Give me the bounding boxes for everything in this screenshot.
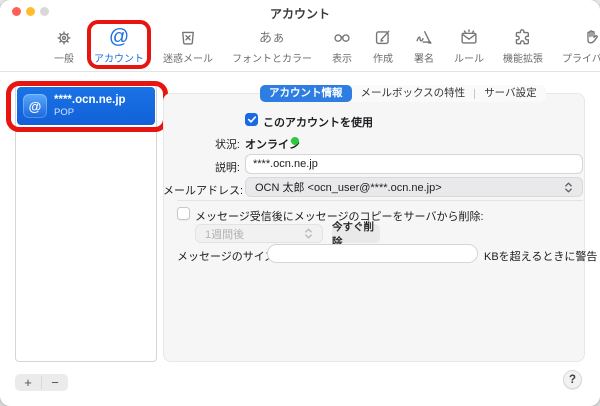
account-list-item[interactable]: @ ****.ocn.ne.jp POP	[17, 87, 155, 125]
size-warning-suffix: KBを超えるときに警告	[484, 248, 597, 264]
tab-server-settings[interactable]: サーバ設定	[475, 85, 545, 102]
toolbar-item-viewing[interactable]: 表示	[328, 23, 356, 66]
toolbar-item-general[interactable]: 一般	[50, 23, 78, 66]
tab-bar: アカウント情報 メールボックスの特性 サーバ設定	[260, 85, 546, 102]
toolbar-item-label: 迷惑メール	[163, 50, 213, 65]
toolbar-divider	[0, 71, 600, 72]
toolbar-item-junk[interactable]: 迷惑メール	[160, 23, 216, 66]
add-account-button[interactable]: +	[15, 374, 41, 391]
fonts-aa-icon: あぁ	[259, 24, 285, 49]
status-label: 状況:	[163, 136, 240, 152]
junk-bin-icon	[177, 24, 199, 49]
toolbar-item-extensions[interactable]: 機能拡張	[500, 23, 546, 66]
envelope-icon	[458, 24, 480, 49]
toolbar-item-composing[interactable]: 作成	[369, 23, 397, 66]
delete-after-value: 1週間後	[205, 226, 244, 242]
email-address-popup[interactable]: OCN 太郎 <ocn_user@****.ocn.ne.jp>	[245, 177, 583, 197]
toolbar-item-signatures[interactable]: 署名	[410, 23, 438, 66]
size-warning-input[interactable]	[267, 244, 478, 263]
online-status-dot	[291, 137, 299, 145]
description-label: 説明:	[163, 159, 240, 175]
section-divider	[177, 200, 583, 201]
popup-chevrons-icon	[564, 181, 573, 194]
toolbar-item-rules[interactable]: ルール	[451, 23, 487, 66]
email-popup-value: OCN 太郎 <ocn_user@****.ocn.ne.jp>	[255, 179, 442, 195]
signature-icon	[413, 24, 435, 49]
toolbar-item-label: アカウント	[94, 50, 144, 65]
tab-mailbox-behaviors[interactable]: メールボックスの特性	[352, 85, 475, 102]
compose-icon	[372, 24, 394, 49]
puzzle-icon	[512, 24, 534, 49]
toolbar-item-label: 一般	[54, 50, 74, 65]
delete-after-popup: 1週間後	[195, 224, 323, 243]
at-icon: @	[109, 24, 129, 49]
tab-account-info[interactable]: アカウント情報	[260, 85, 352, 102]
glasses-icon	[331, 24, 353, 49]
description-input[interactable]	[245, 154, 583, 174]
delete-now-button[interactable]: 今すぐ削除	[332, 224, 380, 243]
toolbar-item-label: 機能拡張	[503, 50, 543, 65]
toolbar-item-label: 署名	[414, 50, 434, 65]
toolbar-item-label: 表示	[332, 50, 352, 65]
toolbar-item-label: ルール	[454, 50, 484, 65]
account-at-icon: @	[23, 94, 47, 118]
toolbar-item-fonts-colors[interactable]: あぁ フォントとカラー	[229, 23, 315, 66]
help-button[interactable]: ?	[563, 370, 582, 389]
mail-preferences-window: アカウント 一般 @ アカウント 迷惑メール あぁ フォントとカラー	[0, 0, 600, 406]
preferences-toolbar: 一般 @ アカウント 迷惑メール あぁ フォントとカラー 表示	[50, 23, 600, 66]
toolbar-item-privacy[interactable]: プライバシー	[559, 23, 600, 66]
remove-account-button[interactable]: −	[42, 374, 68, 391]
hand-icon	[581, 24, 600, 49]
add-remove-control: + −	[15, 374, 68, 391]
use-account-label: このアカウントを使用	[263, 114, 373, 130]
toolbar-item-label: プライバシー	[562, 50, 600, 65]
window-title: アカウント	[0, 5, 600, 22]
toolbar-item-label: フォントとカラー	[232, 50, 312, 65]
use-account-checkbox[interactable]	[245, 113, 258, 126]
account-protocol: POP	[54, 107, 126, 118]
gear-icon	[53, 24, 75, 49]
email-label: メールアドレス:	[163, 182, 240, 198]
popup-chevrons-icon	[304, 227, 313, 240]
account-name: ****.ocn.ne.jp	[54, 94, 126, 107]
remove-copy-checkbox[interactable]	[177, 207, 190, 220]
account-list[interactable]	[15, 85, 157, 362]
toolbar-item-label: 作成	[373, 50, 393, 65]
toolbar-item-accounts[interactable]: @ アカウント	[91, 23, 147, 66]
